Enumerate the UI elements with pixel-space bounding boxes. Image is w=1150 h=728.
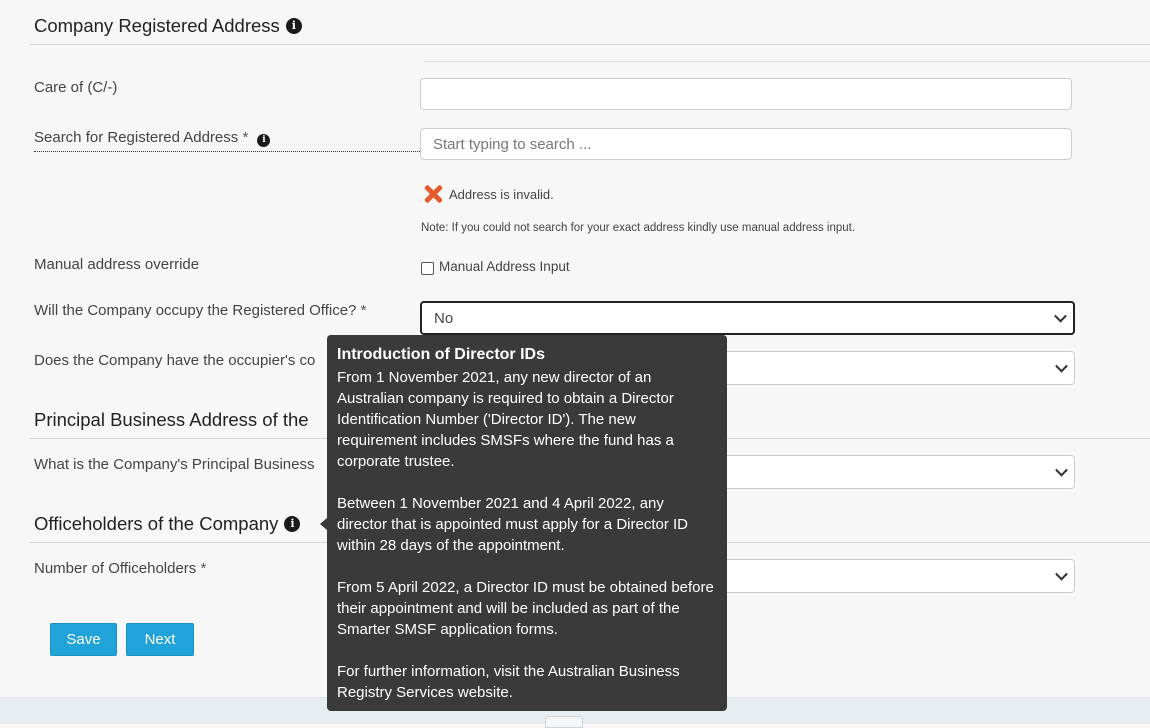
address-invalid-message: Address is invalid. <box>422 183 554 205</box>
manual-address-checkbox-row[interactable]: Manual Address Input <box>421 257 570 275</box>
tooltip-paragraph: Between 1 November 2021 and 4 April 2022… <box>337 495 688 554</box>
occupy-office-label: Will the Company occupy the Registered O… <box>34 302 367 319</box>
chevron-down-icon <box>1055 463 1068 477</box>
manual-override-label: Manual address override <box>34 256 200 273</box>
tooltip-paragraph: From 5 April 2022, a Director ID must be… <box>337 579 714 638</box>
manual-address-checkbox[interactable] <box>421 262 434 275</box>
manual-address-note: Note: If you could not search for your e… <box>421 222 856 234</box>
tooltip-paragraph: For further information, visit the Austr… <box>337 663 680 701</box>
save-button[interactable]: Save <box>50 623 117 656</box>
x-icon <box>422 183 444 205</box>
care-of-label: Care of (C/-) <box>34 79 118 96</box>
occupy-office-select[interactable]: No <box>420 301 1075 335</box>
tooltip-paragraph: From 1 November 2021, any new director o… <box>337 369 674 470</box>
section-divider <box>30 44 1150 45</box>
next-button[interactable]: Next <box>126 623 194 656</box>
info-icon[interactable]: i <box>257 134 271 147</box>
search-address-label: Search for Registered Address * i <box>34 129 420 152</box>
chevron-down-icon <box>1055 567 1068 581</box>
chevron-down-icon <box>1055 359 1068 373</box>
info-icon[interactable]: i <box>284 516 301 532</box>
tooltip-arrow <box>320 518 327 530</box>
care-of-input[interactable] <box>420 78 1072 110</box>
info-icon[interactable]: i <box>285 18 302 34</box>
chevron-down-icon <box>1054 309 1067 323</box>
tooltip-title: Introduction of Director IDs <box>337 346 545 363</box>
search-address-input[interactable] <box>420 128 1072 160</box>
divider <box>424 61 1150 62</box>
section-title-officeholders: Officeholders of the Company i <box>34 513 301 535</box>
section-title-principal-business: Principal Business Address of the <box>34 409 309 430</box>
occupier-consent-label: Does the Company have the occupier's co <box>34 352 316 369</box>
section-title-registered-address: Company Registered Address i <box>34 15 302 37</box>
director-id-tooltip: Introduction of Director IDs From 1 Nove… <box>327 335 727 711</box>
num-officeholders-label: Number of Officeholders * <box>34 560 207 577</box>
principal-place-label: What is the Company's Principal Business <box>34 456 315 473</box>
bottom-tab[interactable] <box>545 716 583 728</box>
